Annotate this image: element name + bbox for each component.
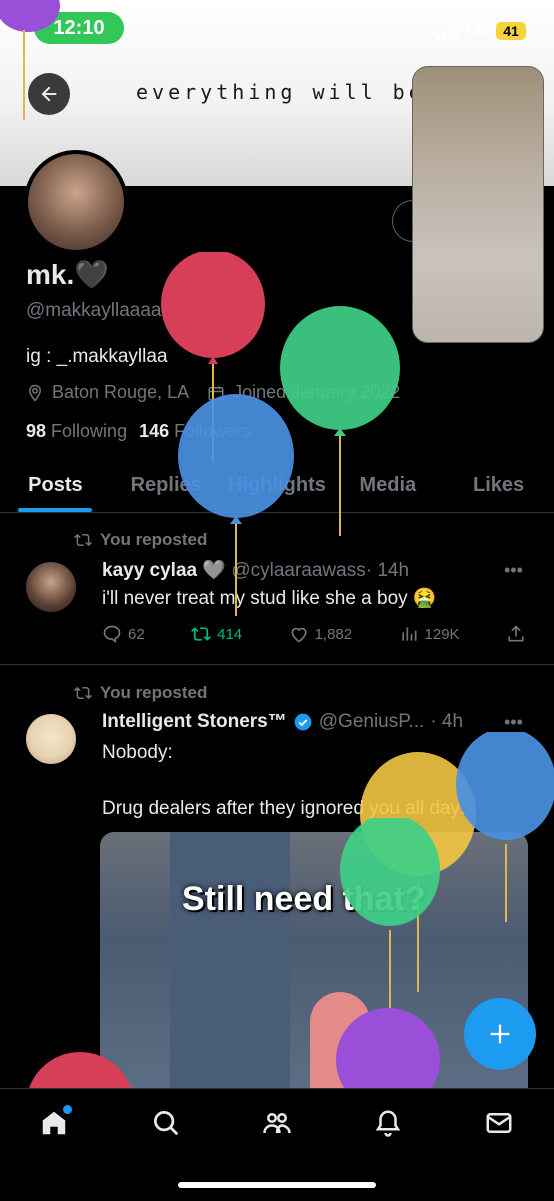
repost-icon xyxy=(74,533,92,547)
post-actions: 62 414 1,882 129K xyxy=(102,624,526,644)
repost-count: 414 xyxy=(217,625,243,643)
repost-icon xyxy=(191,627,212,641)
tab-likes[interactable]: Likes xyxy=(443,458,554,512)
post-time: · 4h xyxy=(430,711,464,732)
messages-icon xyxy=(486,1113,512,1133)
post-author[interactable]: Intelligent Stoners™ xyxy=(102,711,287,733)
post-handle[interactable]: @GeniusP... xyxy=(319,711,425,733)
nav-home[interactable] xyxy=(38,1105,72,1139)
post-time: · 14h xyxy=(365,560,410,581)
post-avatar[interactable] xyxy=(26,714,76,764)
views-button[interactable]: 129K xyxy=(399,624,460,644)
more-dots-icon[interactable]: ••• xyxy=(504,560,523,581)
home-indicator xyxy=(178,1182,376,1188)
post-author-line: Intelligent Stoners™ @GeniusP... · 4h xyxy=(102,711,463,733)
signal-icon xyxy=(436,26,458,40)
following-label: Following xyxy=(51,421,128,441)
verified-badge-icon xyxy=(294,713,312,731)
share-icon xyxy=(508,625,524,642)
profile-name: mk.🖤 xyxy=(26,259,110,290)
reply-bubble-icon xyxy=(103,625,121,644)
like-count: 1,882 xyxy=(314,625,353,643)
repost-indicator: You reposted xyxy=(74,683,207,703)
balloon-purple xyxy=(0,0,60,120)
notifications-icon xyxy=(375,1110,401,1137)
nav-search[interactable] xyxy=(150,1107,182,1139)
pip-video[interactable] xyxy=(412,66,544,343)
share-button[interactable] xyxy=(506,624,526,644)
post-divider xyxy=(0,664,554,665)
plus-icon xyxy=(490,1024,510,1044)
balloon-blue xyxy=(178,394,294,616)
search-icon xyxy=(154,1111,179,1136)
notification-dot xyxy=(63,1105,72,1114)
profile-handle: @makkayllaaaaa xyxy=(26,300,173,321)
profile-avatar[interactable] xyxy=(24,150,128,254)
compose-button[interactable] xyxy=(464,998,536,1070)
nav-communities[interactable] xyxy=(261,1107,293,1139)
reply-button[interactable]: 62 xyxy=(102,624,145,644)
views-count: 129K xyxy=(424,625,460,643)
post-avatar[interactable] xyxy=(26,562,76,612)
tab-posts[interactable]: Posts xyxy=(0,458,111,512)
views-chart-icon xyxy=(401,627,417,641)
media-door xyxy=(170,832,290,1102)
balloon-purple-bottom xyxy=(336,1008,440,1100)
more-dots-icon[interactable]: ••• xyxy=(504,712,523,733)
nav-notifications[interactable] xyxy=(372,1107,404,1139)
communities-icon xyxy=(263,1113,291,1134)
profile-bio: ig : _.makkayllaa xyxy=(26,346,168,367)
repost-button[interactable]: 414 xyxy=(191,624,242,644)
network-label: LTE xyxy=(465,23,495,40)
battery-level: 41 xyxy=(503,23,519,39)
heart-icon xyxy=(291,627,307,643)
location-pin-icon xyxy=(28,384,42,402)
nav-messages[interactable] xyxy=(483,1107,515,1139)
post-text-line1: Nobody: xyxy=(102,742,173,763)
repost-label: You reposted xyxy=(100,683,208,702)
balloon-green-small xyxy=(340,818,440,1018)
battery-icon: 41 xyxy=(496,22,526,40)
repost-icon xyxy=(74,686,92,700)
balloon-green xyxy=(280,306,400,536)
reply-count: 62 xyxy=(128,625,145,643)
like-button[interactable]: 1,882 xyxy=(289,624,353,644)
following-count: 98 xyxy=(26,421,47,441)
balloon-blue-small xyxy=(456,732,554,922)
following-link[interactable]: 98 Following xyxy=(26,421,127,442)
